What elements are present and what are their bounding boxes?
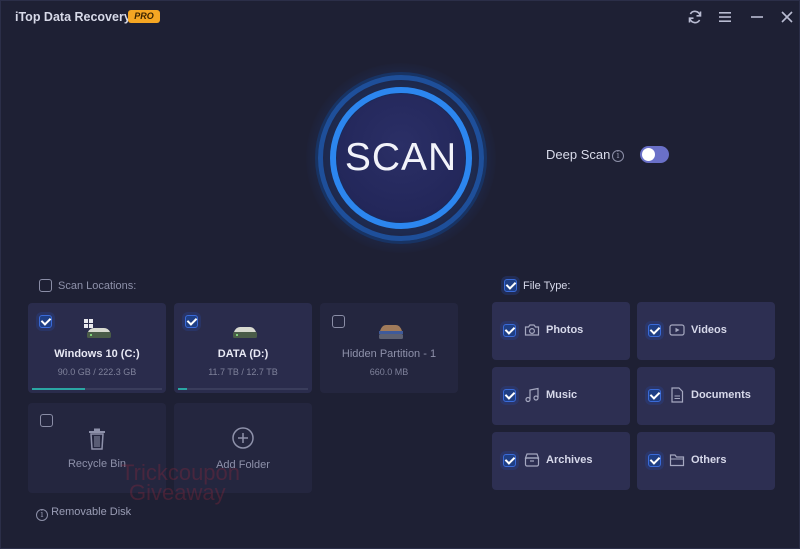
location-size: 90.0 GB / 222.3 GB	[57, 367, 137, 377]
file-type-documents[interactable]: Documents	[637, 367, 775, 425]
deep-scan-toggle[interactable]	[640, 146, 669, 163]
file-type-name: Documents	[691, 389, 751, 401]
location-name: DATA (D:)	[217, 348, 269, 360]
photos-checkbox[interactable]	[503, 324, 516, 337]
location-card-windows-c[interactable]: Windows 10 (C:) 90.0 GB / 222.3 GB	[28, 303, 166, 393]
location-name: Windows 10 (C:)	[54, 348, 140, 360]
close-icon[interactable]	[777, 7, 797, 27]
videos-checkbox[interactable]	[648, 324, 661, 337]
file-type-name: Photos	[546, 324, 584, 336]
trash-icon	[89, 428, 105, 450]
windows-drive-icon	[84, 319, 111, 338]
removable-disk-label: Removable Disk	[51, 506, 132, 518]
location-checkbox[interactable]	[185, 315, 198, 328]
camera-icon	[524, 324, 540, 336]
file-type-name: Others	[691, 454, 727, 466]
documents-checkbox[interactable]	[648, 389, 661, 402]
usage-bar-fill	[32, 388, 85, 390]
location-size: 660.0 MB	[369, 367, 409, 377]
scan-locations-checkbox[interactable]	[39, 279, 52, 292]
scan-locations-label: Scan Locations:	[58, 280, 137, 292]
add-folder-label: Add Folder	[216, 459, 270, 471]
location-card-data-d[interactable]: DATA (D:) 11.7 TB / 12.7 TB	[174, 303, 312, 393]
location-size: 11.7 TB / 12.7 TB	[208, 367, 278, 377]
hamburger-menu-icon[interactable]	[715, 7, 735, 27]
drive-icon	[233, 327, 257, 338]
file-type-videos[interactable]: Videos	[637, 302, 775, 360]
refresh-icon[interactable]	[685, 7, 705, 27]
location-checkbox[interactable]	[39, 315, 52, 328]
location-name: Hidden Partition - 1	[341, 348, 437, 360]
folder-icon	[669, 454, 685, 467]
usage-bar-fill	[178, 388, 188, 390]
file-type-name: Archives	[546, 454, 593, 466]
toggle-knob	[642, 148, 655, 161]
add-folder-button[interactable]: Add Folder	[174, 403, 312, 493]
scan-area: SCAN	[306, 63, 496, 253]
file-type-archives[interactable]: Archives	[492, 432, 630, 490]
location-checkbox[interactable]	[332, 315, 345, 328]
usage-bar	[178, 388, 308, 390]
music-note-icon	[525, 387, 539, 403]
pro-badge: PRO	[128, 10, 160, 23]
music-checkbox[interactable]	[503, 389, 516, 402]
info-icon: i	[36, 509, 48, 521]
location-name: Recycle Bin	[67, 458, 127, 470]
file-type-name: Videos	[691, 324, 727, 336]
hidden-drive-icon	[379, 325, 403, 339]
file-type-checkbox[interactable]	[504, 279, 517, 292]
scan-button[interactable]: SCAN	[337, 94, 465, 222]
usage-bar	[32, 388, 162, 390]
file-type-music[interactable]: Music	[492, 367, 630, 425]
recycle-bin-checkbox[interactable]	[40, 414, 53, 427]
app-title: iTop Data Recovery	[15, 10, 131, 24]
file-type-photos[interactable]: Photos	[492, 302, 630, 360]
archive-icon	[524, 453, 540, 467]
location-card-hidden-partition[interactable]: Hidden Partition - 1 660.0 MB	[320, 303, 458, 393]
file-type-name: Music	[546, 389, 578, 401]
deep-scan-label: Deep Scan	[546, 147, 611, 162]
location-card-recycle-bin[interactable]: Recycle Bin	[28, 403, 166, 493]
archives-checkbox[interactable]	[503, 454, 516, 467]
app-window: iTop Data Recovery PRO SCAN Deep Scan i …	[0, 0, 800, 549]
file-type-label: File Type:	[523, 280, 571, 292]
others-checkbox[interactable]	[648, 454, 661, 467]
document-icon	[671, 387, 684, 403]
info-icon[interactable]: i	[612, 150, 624, 162]
file-type-others[interactable]: Others	[637, 432, 775, 490]
video-icon	[669, 324, 685, 336]
removable-disk[interactable]: i Removable Disk	[36, 506, 131, 521]
title-bar: iTop Data Recovery PRO	[1, 1, 800, 33]
minimize-icon[interactable]	[747, 7, 767, 27]
plus-circle-icon	[232, 427, 254, 449]
